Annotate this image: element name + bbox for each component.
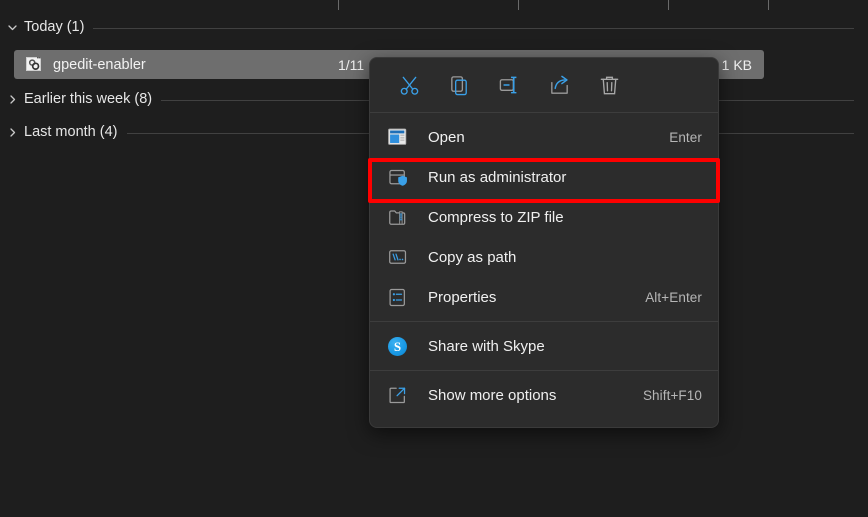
context-menu-primary-group: Open Enter Run as administrator Compress… <box>370 113 718 321</box>
group-label: Earlier this week (8) <box>24 91 153 107</box>
group-header-today[interactable]: Today (1) <box>0 14 868 40</box>
column-divider <box>668 0 669 10</box>
menu-item-open[interactable]: Open Enter <box>370 117 718 157</box>
chevron-right-icon[interactable] <box>0 126 24 139</box>
file-name: gpedit-enabler <box>53 56 146 73</box>
cut-icon[interactable] <box>384 65 434 105</box>
context-menu-apps-group: S Share with Skype <box>370 322 718 370</box>
menu-item-copy-as-path[interactable]: Copy as path <box>370 237 718 277</box>
column-divider <box>768 0 769 10</box>
menu-item-show-more-options[interactable]: Show more options Shift+F10 <box>370 375 718 415</box>
menu-item-label: Copy as path <box>428 248 517 266</box>
menu-item-label: Show more options <box>428 386 557 404</box>
menu-item-label: Properties <box>428 288 497 306</box>
chevron-right-icon[interactable] <box>0 93 24 106</box>
delete-icon[interactable] <box>584 65 634 105</box>
menu-item-share-with-skype[interactable]: S Share with Skype <box>370 326 718 366</box>
context-menu: Open Enter Run as administrator Compress… <box>369 57 719 428</box>
column-divider <box>518 0 519 10</box>
file-date: 1/11 <box>338 56 365 73</box>
menu-item-compress-to-zip-file[interactable]: Compress to ZIP file <box>370 197 718 237</box>
menu-item-label: Run as administrator <box>428 168 567 186</box>
column-divider <box>338 0 339 10</box>
menu-item-shortcut: Alt+Enter <box>645 289 702 305</box>
zip-folder-icon <box>388 208 418 227</box>
group-label: Today (1) <box>24 19 85 35</box>
skype-icon: S <box>388 336 418 356</box>
shield-run-admin-icon <box>388 168 418 187</box>
menu-item-label: Compress to ZIP file <box>428 208 564 226</box>
copy-as-path-icon <box>388 248 418 266</box>
file-size: 1 KB <box>721 56 752 73</box>
copy-icon[interactable] <box>434 65 484 105</box>
menu-item-shortcut: Shift+F10 <box>642 387 702 403</box>
chevron-down-icon[interactable] <box>0 21 24 34</box>
menu-item-run-as-administrator[interactable]: Run as administrator <box>370 157 718 197</box>
group-label: Last month (4) <box>24 124 118 140</box>
open-window-icon <box>388 128 418 146</box>
context-menu-more-group: Show more options Shift+F10 <box>370 371 718 419</box>
menu-item-label: Share with Skype <box>428 337 545 355</box>
menu-item-properties[interactable]: Properties Alt+Enter <box>370 277 718 317</box>
menu-item-shortcut: Enter <box>669 129 702 145</box>
context-menu-toolbar <box>370 58 718 112</box>
show-more-options-icon <box>388 386 418 405</box>
menu-item-label: Open <box>428 128 465 146</box>
rename-icon[interactable] <box>484 65 534 105</box>
batch-script-file-icon <box>26 56 43 73</box>
properties-icon <box>388 288 418 307</box>
share-icon[interactable] <box>534 65 584 105</box>
file-explorer-window: Today (1) gpedit-enabler 1/11 1 KB Earli… <box>0 0 868 517</box>
group-rule <box>93 27 854 29</box>
